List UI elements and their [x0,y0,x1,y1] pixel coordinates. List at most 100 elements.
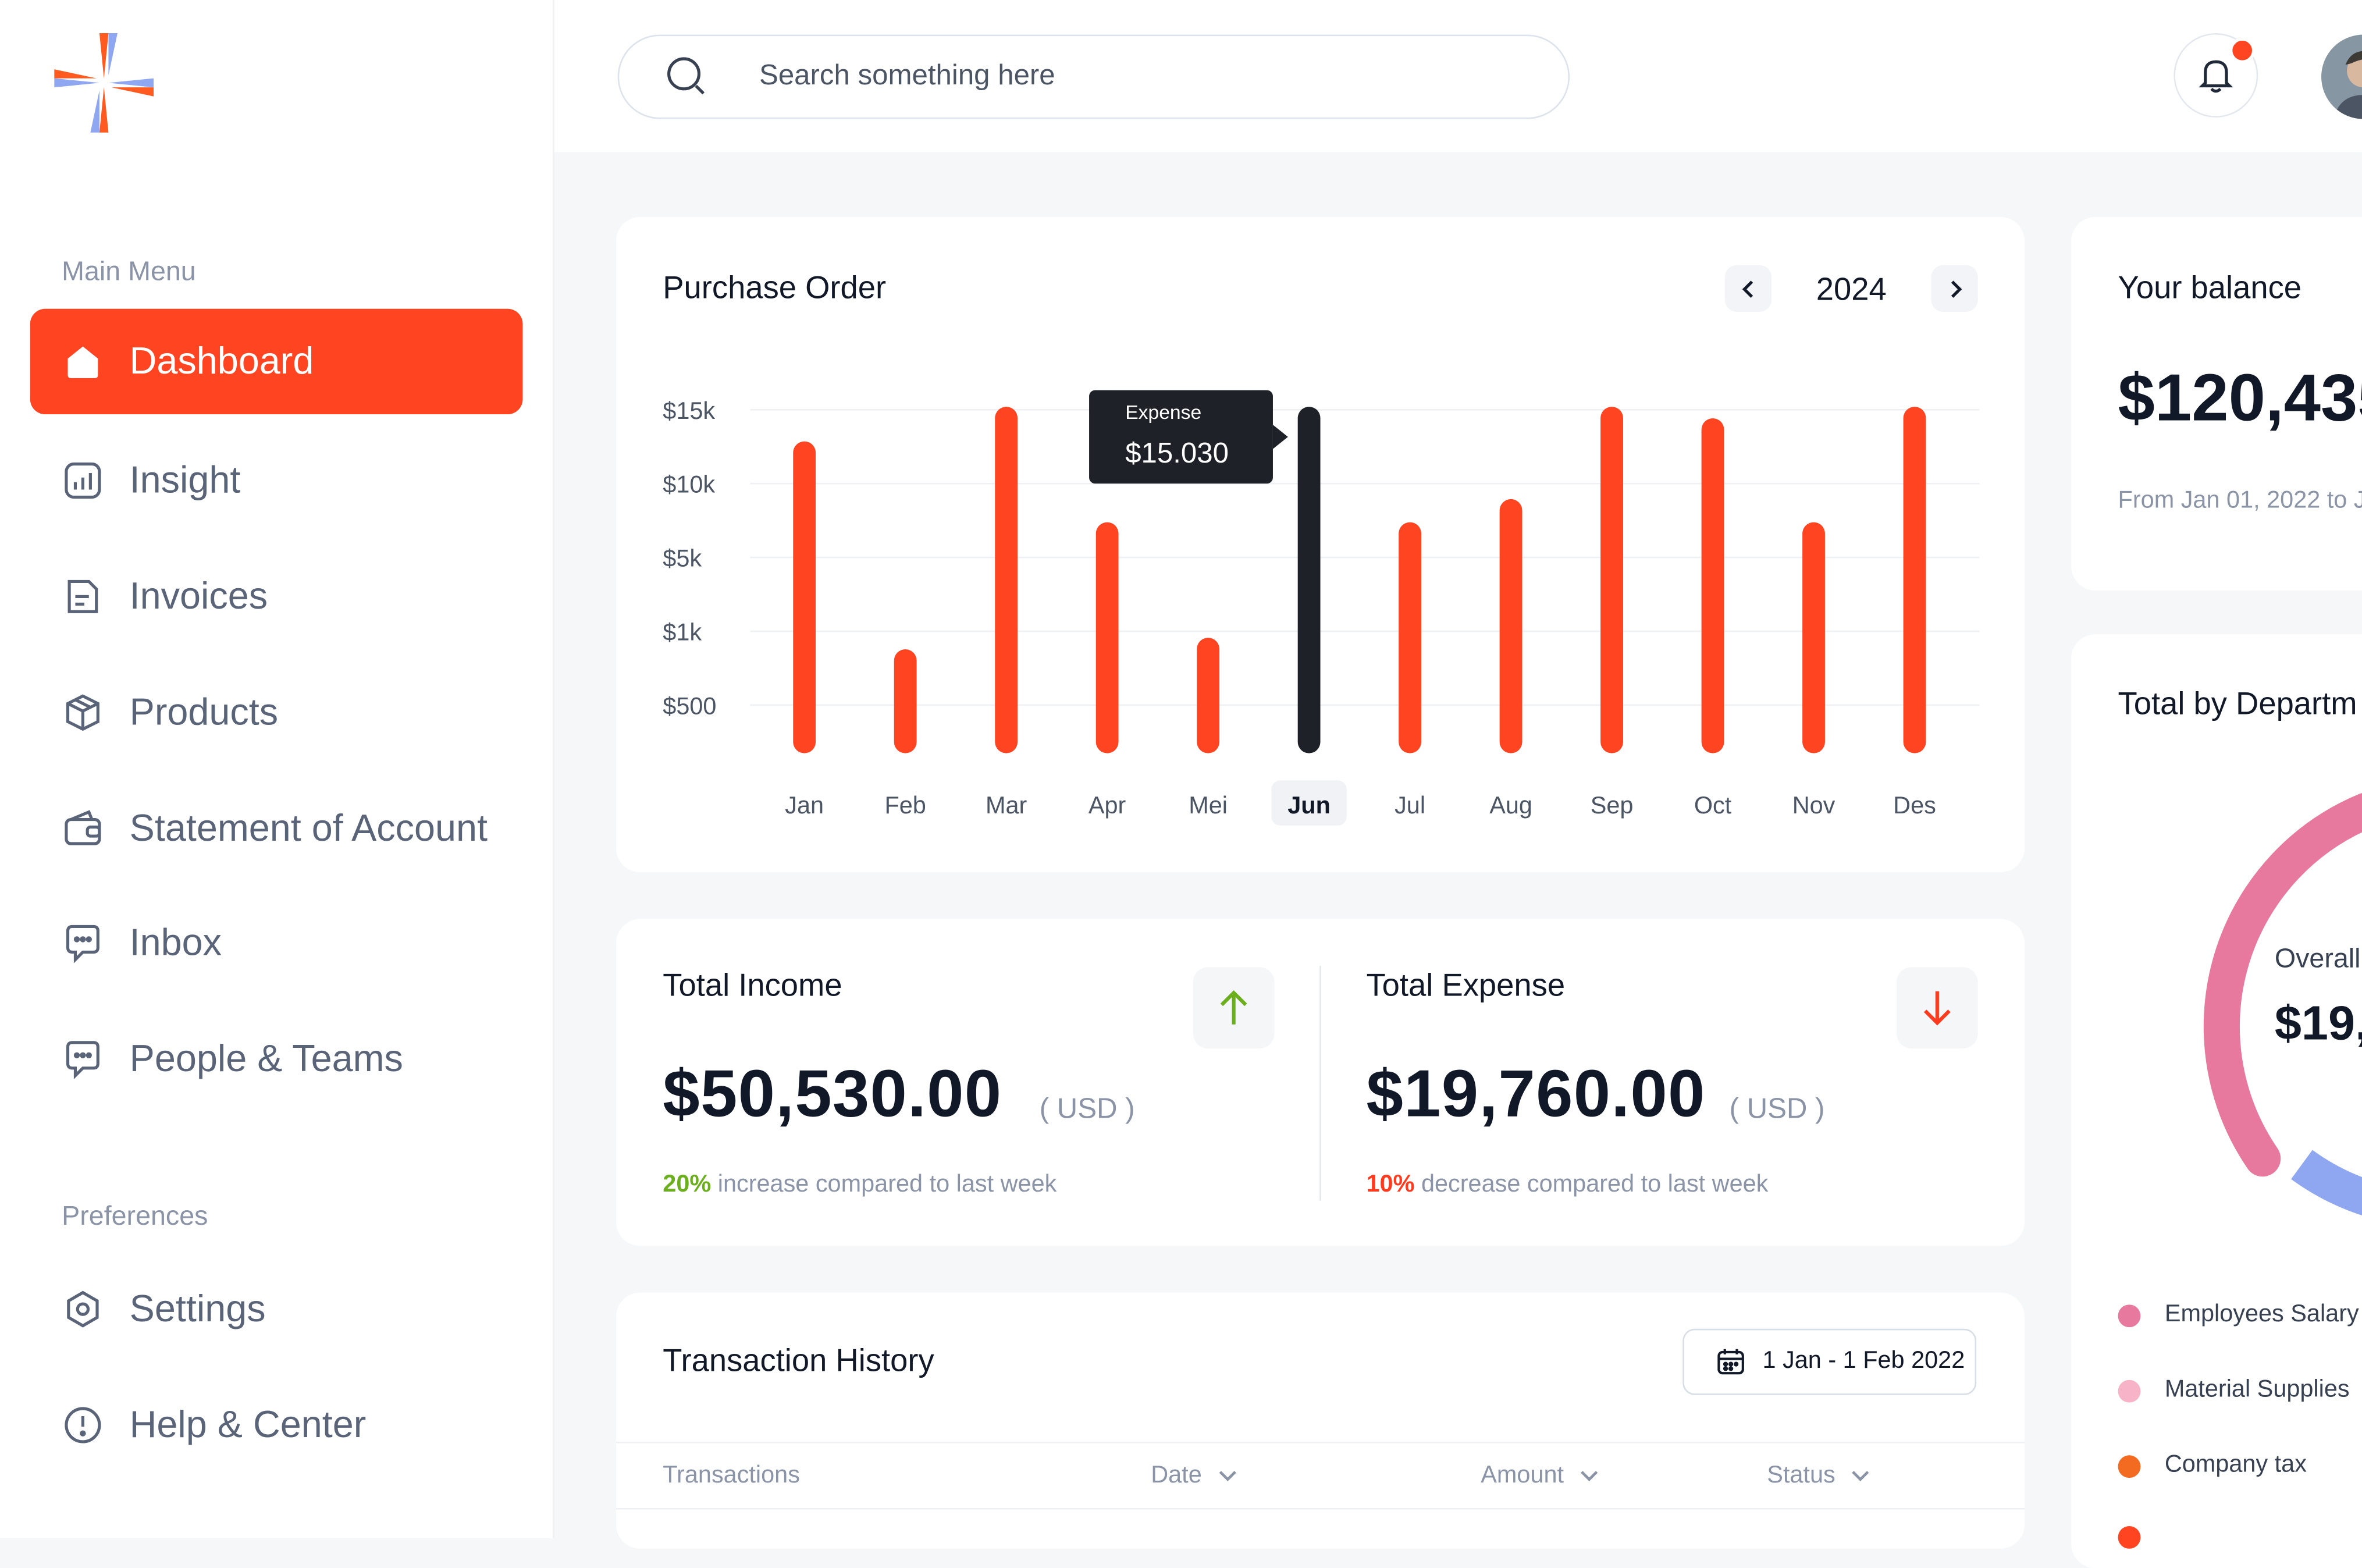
chart-bar[interactable] [1297,407,1321,753]
income-note-text: increase compared to last week [711,1172,1057,1198]
nav-dashboard[interactable]: Dashboard [30,308,523,415]
home-icon [61,339,106,385]
legend-company-tax: Company tax [2118,1452,2307,1480]
nav-products[interactable]: Products [30,660,523,765]
donut-center-value: $19, [2274,995,2362,1050]
balance-subtitle: From Jan 01, 2022 to Ja [2118,488,2362,514]
chart-bar[interactable] [1399,522,1422,753]
income-pct: 20% [663,1172,712,1198]
nav-label: People & Teams [129,1037,403,1080]
arrow-up-icon [1220,990,1247,1025]
y-tick-label: $1k [663,618,702,645]
nav-settings[interactable]: Settings [30,1256,523,1361]
x-tick-label: Oct [1694,792,1732,819]
transaction-history-title: Transaction History [663,1343,934,1379]
gear-icon [61,1286,106,1332]
legend-material-supplies: Material Supplies [2118,1377,2350,1405]
expense-note-text: decrease compared to last week [1414,1172,1769,1198]
table-header-divider [616,1507,2025,1510]
column-status[interactable]: Status [1767,1463,1872,1490]
wallet-icon [61,806,106,851]
search-input[interactable] [756,58,1516,95]
date-range-button[interactable]: 1 Jan - 1 Feb 2022 [1682,1328,1977,1395]
preferences-label: Preferences [62,1200,208,1231]
tooltip-pointer [1272,425,1288,449]
chart-bar[interactable] [1095,522,1119,753]
x-tick-label: Sep [1591,792,1634,819]
y-tick-label: $15k [663,397,715,424]
box-icon [61,690,106,735]
x-tick-label: Jan [785,792,824,819]
notification-badge [2229,37,2256,63]
chat-icon [61,920,106,966]
chart-bar[interactable] [1802,522,1825,753]
nav-insight[interactable]: Insight [30,428,523,533]
x-tick-label: Des [1893,792,1936,819]
legend-dot [2118,1379,2141,1402]
search-bar[interactable] [617,34,1570,119]
expense-trend-button[interactable] [1896,967,1978,1049]
sidebar: Main Menu Dashboard Insight Invoices Pro… [0,0,554,1538]
chart-bar[interactable] [1197,638,1220,753]
transaction-history-card: Transaction History 1 Jan - 1 Feb 2022 T… [616,1292,2025,1549]
chart-bar[interactable] [1903,407,1926,753]
expense-unit: ( USD ) [1729,1093,1825,1126]
legend-dot [2118,1454,2141,1477]
x-tick-label: Apr [1088,792,1126,819]
nav-label: Insight [129,458,241,501]
chart-bar[interactable] [1499,499,1523,753]
nav-invoices[interactable]: Invoices [30,544,523,649]
search-icon [667,57,705,95]
notification-button[interactable] [2174,33,2258,118]
nav-help-center[interactable]: Help & Center [30,1373,523,1478]
chevron-down-icon [1219,1471,1236,1481]
column-date[interactable]: Date [1151,1463,1238,1490]
legend-item-cutoff [2118,1526,2165,1549]
x-tick-label: Mei [1189,792,1228,819]
x-tick-label: Nov [1792,792,1835,819]
chart-bar[interactable] [793,441,816,753]
tooltip-label: Expense [1125,402,1201,424]
chart-bar[interactable] [894,649,917,753]
income-amount: $50,530.00 [663,1057,1002,1132]
nav-label: Products [129,691,279,733]
legend-dot [2118,1526,2141,1549]
nav-label: Settings [129,1287,266,1330]
nav-label: Help & Center [129,1403,367,1446]
chart-bar[interactable] [1701,418,1724,753]
chart-bar[interactable] [1600,407,1623,753]
y-tick-label: $5k [663,545,702,572]
legend-employees-salary: Employees Salary [2118,1302,2359,1329]
legend-label: Material Supplies [2164,1377,2350,1403]
income-trend-button[interactable] [1193,967,1275,1049]
info-icon [61,1403,106,1448]
x-tick-label: Feb [884,792,926,819]
invoice-icon [61,574,106,620]
chat-icon [61,1036,106,1082]
nav-label: Inbox [129,921,222,963]
balance-title: Your balance [2118,271,2302,306]
table-divider [616,1441,2025,1443]
income-note: 20% increase compared to last week [663,1172,1057,1199]
nav-inbox[interactable]: Inbox [30,890,523,995]
x-tick-label: Aug [1489,792,1532,819]
chart-bar[interactable] [995,407,1018,753]
y-tick-label: $10k [663,471,715,498]
avatar[interactable] [2321,34,2362,119]
income-expense-card: Total Income $50,530.00 ( USD ) 20% incr… [616,919,2025,1246]
date-range-label: 1 Jan - 1 Feb 2022 [1762,1348,1965,1374]
expense-amount: $19,760.00 [1366,1057,1706,1132]
legend-dot [2118,1304,2141,1327]
chevron-down-icon [1852,1471,1870,1481]
brand-logo[interactable] [54,33,154,133]
column-amount[interactable]: Amount [1481,1463,1600,1490]
nav-label: Statement of Account [129,806,488,849]
x-tick-label: Mar [986,792,1027,819]
nav-statement-of-account[interactable]: Statement of Account [30,776,523,881]
department-card: Total by Departm Overall $19, Employees … [2071,634,2362,1568]
column-transactions[interactable]: Transactions [663,1463,800,1490]
chart-tooltip: Expense $15.030 [1089,390,1288,484]
x-tick-label: Jun [1287,792,1331,819]
nav-people-teams[interactable]: People & Teams [30,1007,523,1112]
expense-note: 10% decrease compared to last week [1366,1172,1768,1199]
